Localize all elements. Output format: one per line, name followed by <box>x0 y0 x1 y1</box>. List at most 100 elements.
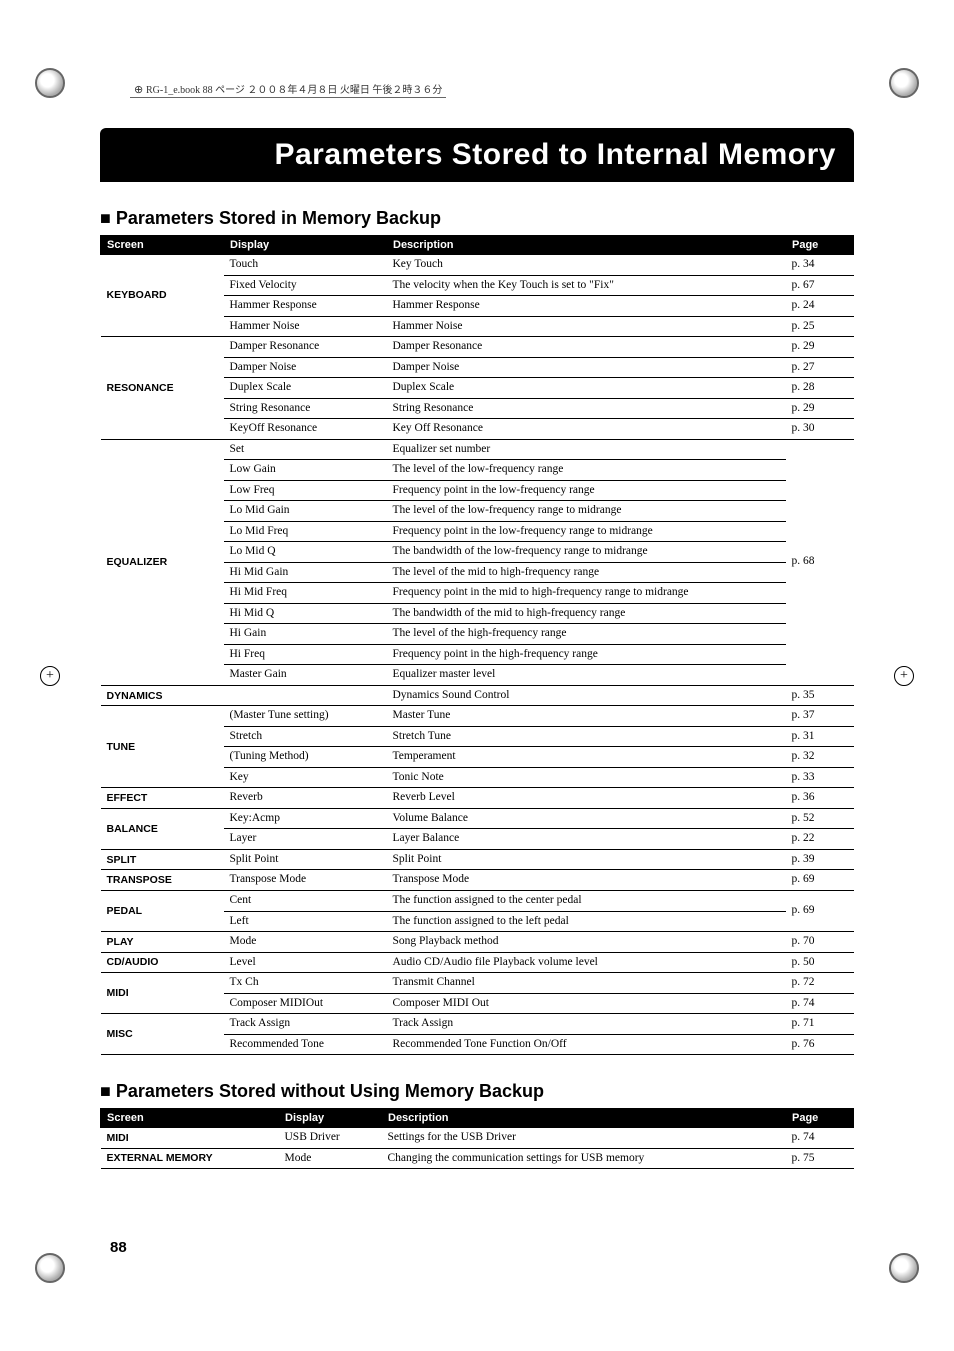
display-cell: Hi Freq <box>224 644 387 665</box>
display-cell: Layer <box>224 829 387 850</box>
section-heading-backup: Parameters Stored in Memory Backup <box>100 208 854 229</box>
display-cell: KeyOff Resonance <box>224 419 387 440</box>
display-cell: Low Freq <box>224 480 387 501</box>
table-row: MIDIUSB DriverSettings for the USB Drive… <box>101 1128 854 1149</box>
description-cell: The function assigned to the left pedal <box>387 911 786 932</box>
description-cell: Key Off Resonance <box>387 419 786 440</box>
display-cell: Lo Mid Gain <box>224 501 387 522</box>
screen-cell: MISC <box>101 1014 224 1055</box>
page-cell: p. 76 <box>786 1034 854 1055</box>
description-cell: Song Playback method <box>387 932 786 953</box>
print-corner-icon <box>889 1253 919 1283</box>
display-cell: Set <box>224 439 387 460</box>
description-cell: The bandwidth of the low-frequency range… <box>387 542 786 563</box>
description-cell: Stretch Tune <box>387 726 786 747</box>
page-cell: p. 32 <box>786 747 854 768</box>
screen-cell: RESONANCE <box>101 337 224 440</box>
screen-cell: PEDAL <box>101 890 224 931</box>
registration-mark-icon <box>40 666 60 686</box>
display-cell: Lo Mid Q <box>224 542 387 563</box>
display-cell: String Resonance <box>224 398 387 419</box>
display-cell: Hammer Noise <box>224 316 387 337</box>
table-row: EXTERNAL MEMORYModeChanging the communic… <box>101 1148 854 1169</box>
table-row: BALANCEKey:AcmpVolume Balancep. 52 <box>101 808 854 829</box>
display-cell: Damper Resonance <box>224 337 387 358</box>
table-row: CD/AUDIOLevelAudio CD/Audio file Playbac… <box>101 952 854 973</box>
description-cell: Layer Balance <box>387 829 786 850</box>
col-screen-header: Screen <box>101 1109 279 1128</box>
page-cell: p. 69 <box>786 890 854 931</box>
description-cell: Composer MIDI Out <box>387 993 786 1014</box>
page-cell: p. 39 <box>786 849 854 870</box>
description-cell: Tonic Note <box>387 767 786 788</box>
registration-mark-icon <box>894 666 914 686</box>
description-cell: The function assigned to the center peda… <box>387 890 786 911</box>
print-corner-icon <box>889 68 919 98</box>
display-cell: Split Point <box>224 849 387 870</box>
page-cell: p. 30 <box>786 419 854 440</box>
page-cell: p. 22 <box>786 829 854 850</box>
description-cell: Frequency point in the low-frequency ran… <box>387 480 786 501</box>
page-cell: p. 67 <box>786 275 854 296</box>
page-number: 88 <box>110 1239 127 1256</box>
description-cell: Duplex Scale <box>387 378 786 399</box>
page-cell: p. 29 <box>786 337 854 358</box>
page-cell: p. 29 <box>786 398 854 419</box>
page-cell: p. 37 <box>786 706 854 727</box>
display-cell: Key:Acmp <box>224 808 387 829</box>
description-cell: Damper Noise <box>387 357 786 378</box>
page-cell: p. 70 <box>786 932 854 953</box>
display-cell: Left <box>224 911 387 932</box>
display-cell: Tx Ch <box>224 973 387 994</box>
display-cell: Hi Mid Gain <box>224 562 387 583</box>
display-cell: Hi Mid Freq <box>224 583 387 604</box>
display-cell: Duplex Scale <box>224 378 387 399</box>
page-cell: p. 50 <box>786 952 854 973</box>
table-row: DYNAMICSDynamics Sound Controlp. 35 <box>101 685 854 706</box>
description-cell: Reverb Level <box>387 788 786 809</box>
display-cell: Hi Mid Q <box>224 603 387 624</box>
display-cell: Lo Mid Freq <box>224 521 387 542</box>
page-cell: p. 69 <box>786 870 854 891</box>
description-cell: Split Point <box>387 849 786 870</box>
display-cell: Composer MIDIOut <box>224 993 387 1014</box>
page-cell: p. 35 <box>786 685 854 706</box>
display-cell: Reverb <box>224 788 387 809</box>
display-cell: Hammer Response <box>224 296 387 317</box>
description-cell: Audio CD/Audio file Playback volume leve… <box>387 952 786 973</box>
description-cell: The bandwidth of the mid to high-frequen… <box>387 603 786 624</box>
description-cell: Volume Balance <box>387 808 786 829</box>
description-cell: Frequency point in the high-frequency ra… <box>387 644 786 665</box>
description-cell: Equalizer set number <box>387 439 786 460</box>
table-row: SPLITSplit PointSplit Pointp. 39 <box>101 849 854 870</box>
col-screen-header: Screen <box>101 236 224 255</box>
display-cell: Level <box>224 952 387 973</box>
display-cell: Low Gain <box>224 460 387 481</box>
display-cell: Hi Gain <box>224 624 387 645</box>
description-cell: Key Touch <box>387 255 786 276</box>
page-cell: p. 24 <box>786 296 854 317</box>
display-cell: Transpose Mode <box>224 870 387 891</box>
description-cell: Frequency point in the mid to high-frequ… <box>387 583 786 604</box>
page-cell: p. 31 <box>786 726 854 747</box>
description-cell: The level of the high-frequency range <box>387 624 786 645</box>
description-cell: Frequency point in the low-frequency ran… <box>387 521 786 542</box>
table-row: MIDITx ChTransmit Channelp. 72 <box>101 973 854 994</box>
display-cell: USB Driver <box>279 1128 382 1149</box>
screen-cell: DYNAMICS <box>101 685 387 706</box>
page-cell: p. 71 <box>786 1014 854 1035</box>
description-cell: Transmit Channel <box>387 973 786 994</box>
display-cell: Stretch <box>224 726 387 747</box>
description-cell: Settings for the USB Driver <box>382 1128 786 1149</box>
print-corner-icon <box>35 68 65 98</box>
display-cell: Mode <box>279 1148 382 1169</box>
display-cell: Damper Noise <box>224 357 387 378</box>
table-row: EFFECTReverbReverb Levelp. 36 <box>101 788 854 809</box>
display-cell: (Master Tune setting) <box>224 706 387 727</box>
display-cell: Fixed Velocity <box>224 275 387 296</box>
description-cell: Hammer Noise <box>387 316 786 337</box>
display-cell: Master Gain <box>224 665 387 686</box>
description-cell: Hammer Response <box>387 296 786 317</box>
col-display-header: Display <box>279 1109 382 1128</box>
display-cell: Touch <box>224 255 387 276</box>
